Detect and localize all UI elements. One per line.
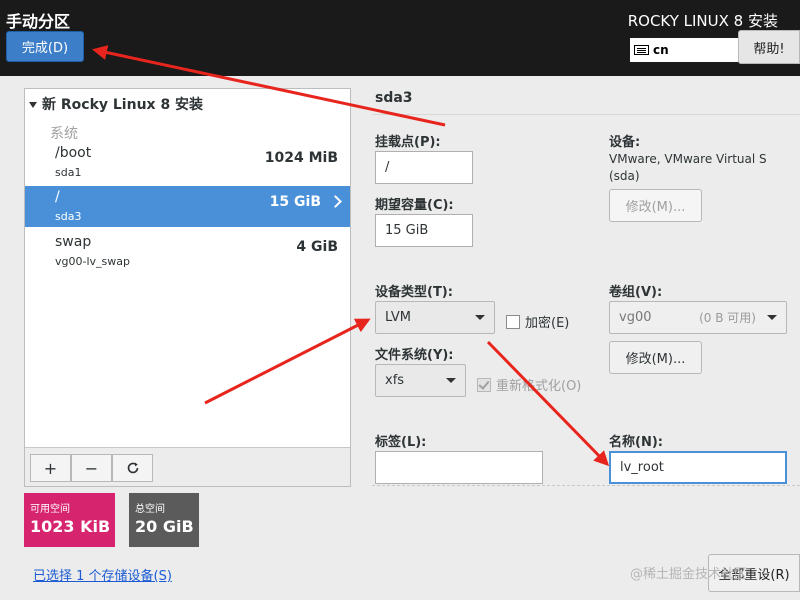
install-heading-label: 新 Rocky Linux 8 安装 — [42, 97, 204, 113]
device-name: VMware, VMware Virtual S — [609, 152, 767, 166]
device-modify-button[interactable]: 修改(M)... — [609, 189, 702, 222]
reformat-checkbox[interactable]: 重新格式化(O) — [477, 375, 581, 394]
storage-devices-link[interactable]: 已选择 1 个存储设备(S) — [33, 565, 172, 584]
capacity-label: 期望容量(C): — [375, 198, 454, 213]
triangle-down-icon — [29, 102, 37, 108]
mount-point-name: swap — [55, 234, 92, 250]
mount-point-label: 挂载点(P): — [375, 135, 441, 150]
encrypt-label: 加密(E) — [525, 316, 570, 331]
name-field-label: 名称(N): — [609, 435, 663, 450]
label-input[interactable] — [375, 451, 543, 484]
device-id: (sda) — [609, 169, 640, 183]
page-title: 手动分区 — [6, 12, 71, 31]
keyboard-icon — [634, 45, 649, 55]
mount-device-name: sda3 — [55, 210, 82, 223]
device-type-value: LVM — [385, 310, 411, 325]
filesystem-value: xfs — [385, 373, 405, 388]
refresh-button[interactable] — [112, 454, 153, 482]
mount-size: 4 GiB — [296, 239, 338, 255]
checkbox-box — [506, 314, 520, 329]
mount-point-name: /boot — [55, 145, 92, 161]
available-space-label: 可用空间 — [30, 504, 70, 515]
watermark: @稀土掘金技术社区 — [630, 567, 748, 582]
total-space-label: 总空间 — [135, 504, 165, 515]
header-bar: 手动分区 完成(D) ROCKY LINUX 8 安装 cn 帮助! — [0, 0, 800, 76]
add-mount-button[interactable]: + — [30, 454, 71, 482]
divider — [372, 114, 800, 115]
reformat-label: 重新格式化(O) — [496, 379, 582, 394]
mount-row-swap[interactable]: swap vg00-lv_swap 4 GiB — [25, 231, 350, 272]
mount-row-root[interactable]: / sda3 15 GiB — [25, 186, 350, 227]
help-button[interactable]: 帮助! — [738, 30, 800, 64]
volume-group-modify-button[interactable]: 修改(M)... — [609, 341, 702, 374]
divider — [372, 485, 800, 486]
chevron-right-icon — [329, 195, 342, 208]
mount-device-name: vg00-lv_swap — [55, 255, 130, 268]
volume-group-label: 卷组(V): — [609, 285, 663, 300]
group-label-system: 系统 — [50, 126, 78, 142]
filesystem-label: 文件系统(Y): — [375, 348, 454, 363]
device-type-label: 设备类型(T): — [375, 285, 453, 300]
volume-group-value: vg00 — [619, 310, 652, 325]
label-field-label: 标签(L): — [375, 435, 427, 450]
dropdown-arrow-icon — [446, 378, 456, 383]
arrow-to-name-field — [486, 340, 610, 467]
mount-size: 1024 MiB — [264, 150, 338, 166]
partition-title: sda3 — [375, 90, 413, 106]
checkbox-box — [477, 377, 491, 392]
install-heading[interactable]: 新 Rocky Linux 8 安装 — [29, 94, 203, 114]
remove-mount-button[interactable]: − — [71, 454, 112, 482]
mount-point-name: / — [55, 189, 60, 205]
total-space-box: 总空间 20 GiB — [129, 493, 199, 547]
mount-toolbar: + − — [25, 447, 350, 486]
mount-size: 15 GiB — [269, 194, 321, 210]
volume-group-dropdown[interactable]: vg00 (0 B 可用) — [609, 301, 787, 334]
filesystem-dropdown[interactable]: xfs — [375, 364, 466, 397]
available-space-value: 1023 KiB — [30, 517, 111, 536]
available-space-box: 可用空间 1023 KiB — [24, 493, 115, 547]
encrypt-checkbox[interactable]: 加密(E) — [506, 312, 569, 331]
refresh-icon — [127, 462, 138, 474]
keyboard-layout-indicator[interactable]: cn — [630, 38, 738, 62]
device-type-dropdown[interactable]: LVM — [375, 301, 495, 334]
total-space-value: 20 GiB — [135, 517, 194, 536]
product-title: ROCKY LINUX 8 安装 — [627, 12, 778, 30]
mount-point-list: 新 Rocky Linux 8 安装 系统 /boot sda1 1024 Mi… — [24, 88, 351, 487]
dropdown-arrow-icon — [475, 315, 485, 320]
done-button[interactable]: 完成(D) — [6, 31, 84, 62]
dropdown-arrow-icon — [767, 315, 777, 320]
capacity-input[interactable]: 15 GiB — [375, 214, 473, 247]
mount-point-input[interactable]: / — [375, 151, 473, 184]
keyboard-layout-label: cn — [653, 43, 669, 57]
device-label: 设备: — [609, 135, 641, 150]
name-input[interactable]: lv_root — [609, 451, 787, 484]
mount-row-boot[interactable]: /boot sda1 1024 MiB — [25, 142, 350, 183]
mount-device-name: sda1 — [55, 166, 82, 179]
volume-group-free: (0 B 可用) — [699, 311, 756, 325]
